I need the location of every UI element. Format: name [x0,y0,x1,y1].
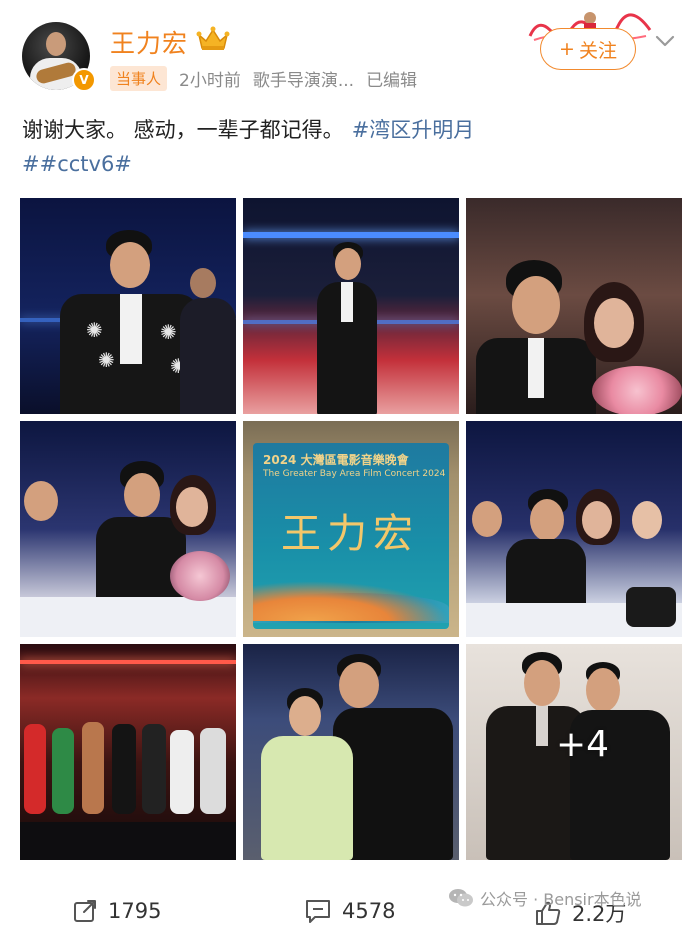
hashtag-link[interactable]: ##cctv6# [22,152,132,176]
chevron-down-icon[interactable] [654,30,676,52]
photo-detail: ✺ [160,320,177,344]
comment-button[interactable]: 4578 [304,898,395,924]
share-icon [74,900,96,922]
photo-thumbnail[interactable] [243,644,459,860]
photo-detail [190,268,216,298]
photo-detail [582,501,612,539]
photo-detail [112,724,136,814]
photo-detail [200,728,226,814]
photo-detail [142,724,166,814]
photo-detail: ✺ [86,318,103,342]
photo-thumbnail[interactable] [466,421,682,637]
photo-detail [530,499,564,541]
photo-thumbnail[interactable] [466,198,682,414]
post-meta: 当事人 2小时前 歌手导演演... 已编辑 [110,66,417,91]
photo-detail [20,597,236,637]
post-body: 谢谢大家。 感动，一辈子都记得。 [22,118,344,142]
photo-detail [592,366,682,414]
crown-icon [196,26,230,50]
photo-detail [524,660,560,706]
photo-detail [20,822,236,860]
comment-count: 4578 [342,899,396,923]
repost-button[interactable]: 1795 [72,898,161,924]
photo-detail [52,728,74,814]
verified-v-icon: V [72,68,96,92]
author-name[interactable]: 王力宏 [110,24,188,60]
photo-detail [96,517,186,607]
image-grid: ✺ ✺ ✺ ✺ 2024 大灣區電影音樂晚會 The Greater Bay A… [20,198,682,860]
stage-light [243,232,459,238]
more-images-overlay[interactable]: +4 [556,724,609,765]
post-header: V 王力宏 当事人 2小时前 歌手导演演... 已编辑 + 关注 [0,0,700,110]
photo-detail [289,696,321,736]
photo-detail [124,473,160,517]
photo-detail [261,736,353,860]
photo-detail [536,706,548,746]
photo-detail [335,248,361,280]
photo-detail [626,587,676,627]
photo-detail [506,539,586,609]
photo-detail [512,276,560,334]
photo-detail [586,668,620,712]
photo-thumbnail[interactable]: ✺ ✺ ✺ ✺ [20,198,236,414]
watermark-text: 公众号 · Bensir本色说 [480,890,642,909]
photo-detail [472,501,502,537]
photo-detail [180,298,236,414]
photo-detail [110,242,150,288]
post-text: 谢谢大家。 感动，一辈子都记得。 #湾区升明月 [22,114,474,144]
photo-detail [24,481,58,521]
follow-button[interactable]: + 关注 [540,28,636,70]
photo-detail [253,581,449,621]
plus-icon: + [559,38,575,60]
photo-thumbnail[interactable]: 2024 大灣區電影音樂晚會 The Greater Bay Area Film… [243,421,459,637]
photo-detail: ✺ [98,348,115,372]
wechat-icon [449,889,473,907]
photo-detail [170,551,230,601]
post-time: 2小时前 [179,71,241,91]
sign-title: 2024 大灣區電影音樂晚會 [263,453,409,467]
photo-detail [82,722,104,814]
edited-status[interactable]: 已编辑 [366,66,417,91]
photo-thumbnail[interactable] [243,198,459,414]
hashtag-link[interactable]: #湾区升明月 [352,118,475,142]
follow-label: 关注 [578,39,617,62]
photo-thumbnail[interactable] [20,421,236,637]
repost-count: 1795 [108,899,162,923]
photo-thumbnail[interactable]: +4 [466,644,682,860]
stage-light [20,660,236,664]
photo-thumbnail[interactable] [20,644,236,860]
photo-detail [176,487,208,527]
watermark: 公众号 · Bensir本色说 [448,886,642,910]
photo-detail [594,298,634,348]
photo-detail [632,501,662,539]
relevance-tag: 当事人 [110,66,168,91]
photo-detail [341,282,353,322]
sign-subtitle: The Greater Bay Area Film Concert 2024 [263,469,446,479]
author-profession: 歌手导演演... [252,71,355,91]
photo-detail [170,730,194,814]
photo-detail [24,724,46,814]
sign-name: 王力宏 [281,511,419,557]
comment-icon [306,900,330,923]
photo-detail [528,338,544,398]
photo-detail [120,294,142,364]
photo-detail [339,662,379,708]
avatar-face [46,32,66,56]
